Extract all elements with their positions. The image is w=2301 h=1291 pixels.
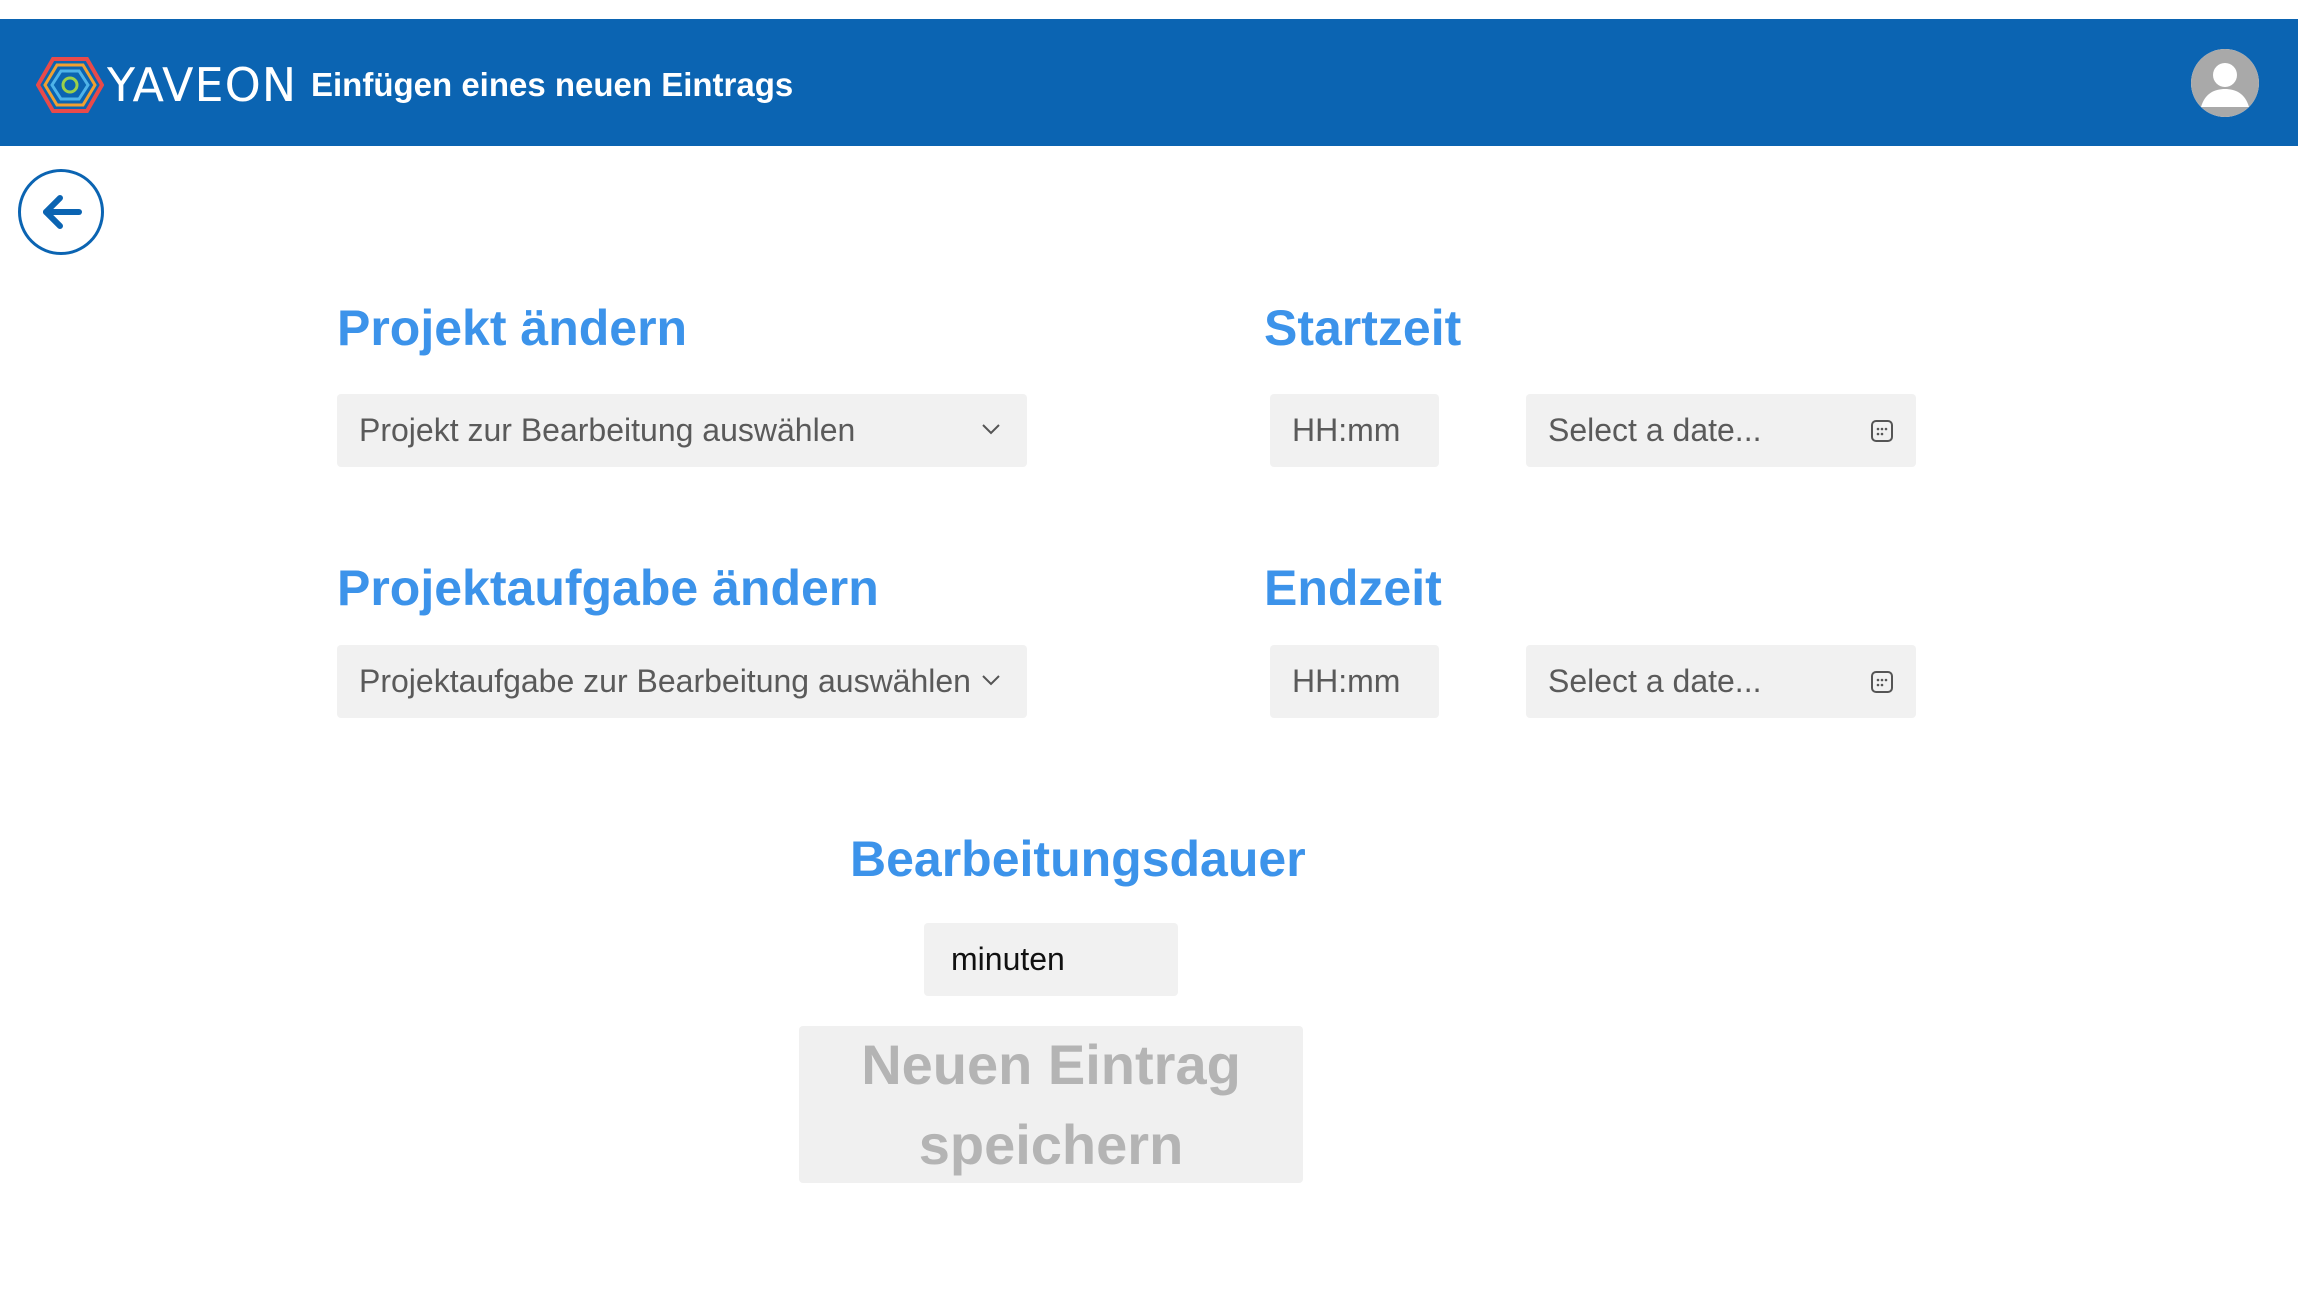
page-title: Einfügen eines neuen Eintrags [311,66,794,103]
brand-name: YAVEON [107,58,298,112]
end-section-title: Endzeit [1264,560,1442,616]
user-silhouette-icon [2191,49,2259,117]
duration-section-title: Bearbeitungsdauer [850,831,1306,887]
task-select-value: Projektaufgabe zur Bearbeitung auswählen [359,663,971,699]
hexagon-logo-icon [36,57,104,113]
chevron-down-icon [982,675,1000,686]
back-button[interactable] [18,169,104,255]
save-entry-button[interactable]: Neuen Eintrag speichern [799,1026,1303,1183]
end-date-placeholder: Select a date... [1548,663,1762,699]
end-time-input[interactable]: HH:mm [1270,645,1439,718]
arrow-left-icon [43,195,82,229]
user-avatar-icon[interactable] [2191,49,2259,117]
task-section-title: Projektaufgabe ändern [337,560,879,616]
calendar-icon [1871,671,1893,693]
start-date-picker[interactable]: Select a date... [1526,394,1916,467]
page: YAVEON Einfügen eines neuen Eintrags Pro… [0,0,2301,1291]
start-time-placeholder: HH:mm [1292,412,1401,448]
start-date-placeholder: Select a date... [1548,412,1762,448]
end-date-picker[interactable]: Select a date... [1526,645,1916,718]
task-select[interactable]: Projektaufgabe zur Bearbeitung auswählen [337,645,1027,718]
project-section-title: Projekt ändern [337,300,688,356]
app-header: YAVEON Einfügen eines neuen Eintrags [0,19,2298,146]
start-time-input[interactable]: HH:mm [1270,394,1439,467]
start-section-title: Startzeit [1264,300,1462,356]
end-time-placeholder: HH:mm [1292,663,1401,699]
duration-input[interactable]: minuten [924,923,1178,996]
duration-value: minuten [951,941,1065,977]
project-select-value: Projekt zur Bearbeitung auswählen [359,412,856,448]
calendar-icon [1871,420,1893,442]
chevron-down-icon [982,424,1000,435]
save-entry-button-label: Neuen Eintrag speichern [861,1032,1241,1176]
project-select[interactable]: Projekt zur Bearbeitung auswählen [337,394,1027,467]
